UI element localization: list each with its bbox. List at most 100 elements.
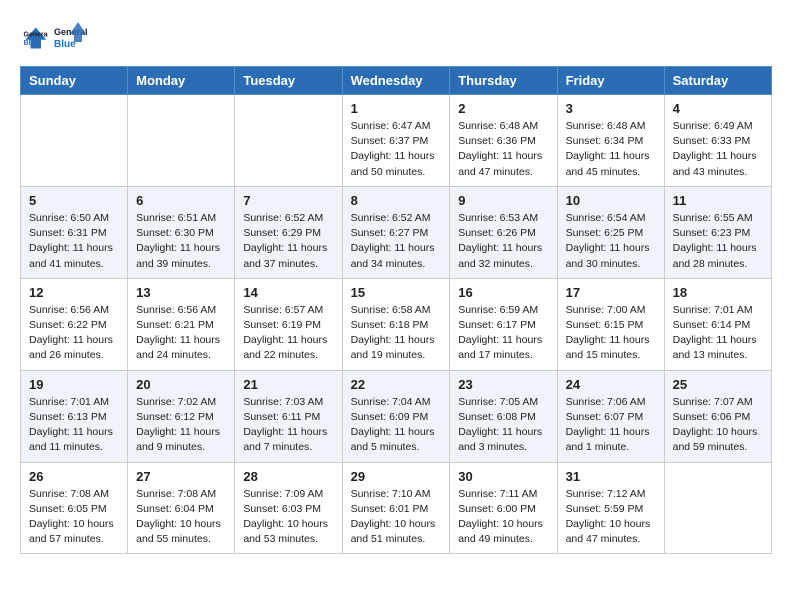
calendar-cell: 23 Sunrise: 7:05 AM Sunset: 6:08 PM Dayli… — [450, 370, 557, 462]
day-info: Sunrise: 7:08 AM Sunset: 6:04 PM Dayligh… — [136, 487, 226, 548]
day-info: Sunrise: 6:53 AM Sunset: 6:26 PM Dayligh… — [458, 211, 548, 272]
day-number: 25 — [673, 377, 763, 392]
day-info: Sunrise: 6:54 AM Sunset: 6:25 PM Dayligh… — [566, 211, 656, 272]
day-number: 1 — [351, 101, 442, 116]
day-number: 6 — [136, 193, 226, 208]
day-number: 20 — [136, 377, 226, 392]
calendar-cell: 7 Sunrise: 6:52 AM Sunset: 6:29 PM Daylig… — [235, 186, 342, 278]
calendar-cell — [235, 95, 342, 187]
day-info: Sunrise: 6:51 AM Sunset: 6:30 PM Dayligh… — [136, 211, 226, 272]
logo-graphic: General Blue — [52, 20, 88, 56]
day-number: 4 — [673, 101, 763, 116]
day-info: Sunrise: 7:03 AM Sunset: 6:11 PM Dayligh… — [243, 395, 333, 456]
calendar-cell: 30 Sunrise: 7:11 AM Sunset: 6:00 PM Dayli… — [450, 462, 557, 554]
calendar-cell: 12 Sunrise: 6:56 AM Sunset: 6:22 PM Dayli… — [21, 278, 128, 370]
day-number: 19 — [29, 377, 119, 392]
calendar-cell — [21, 95, 128, 187]
day-number: 22 — [351, 377, 442, 392]
day-info: Sunrise: 7:07 AM Sunset: 6:06 PM Dayligh… — [673, 395, 763, 456]
day-info: Sunrise: 6:48 AM Sunset: 6:36 PM Dayligh… — [458, 119, 548, 180]
day-number: 3 — [566, 101, 656, 116]
calendar-cell: 19 Sunrise: 7:01 AM Sunset: 6:13 PM Dayli… — [21, 370, 128, 462]
day-number: 11 — [673, 193, 763, 208]
day-info: Sunrise: 7:05 AM Sunset: 6:08 PM Dayligh… — [458, 395, 548, 456]
day-info: Sunrise: 7:12 AM Sunset: 5:59 PM Dayligh… — [566, 487, 656, 548]
day-info: Sunrise: 7:10 AM Sunset: 6:01 PM Dayligh… — [351, 487, 442, 548]
weekday-header-saturday: Saturday — [664, 67, 771, 95]
day-number: 31 — [566, 469, 656, 484]
day-info: Sunrise: 6:57 AM Sunset: 6:19 PM Dayligh… — [243, 303, 333, 364]
day-info: Sunrise: 7:11 AM Sunset: 6:00 PM Dayligh… — [458, 487, 548, 548]
day-info: Sunrise: 7:01 AM Sunset: 6:13 PM Dayligh… — [29, 395, 119, 456]
calendar-cell: 3 Sunrise: 6:48 AM Sunset: 6:34 PM Daylig… — [557, 95, 664, 187]
calendar-cell: 16Sunrise: 6:59 AM Sunset: 6:17 PM Dayli… — [450, 278, 557, 370]
calendar-cell: 2 Sunrise: 6:48 AM Sunset: 6:36 PM Daylig… — [450, 95, 557, 187]
calendar-week-row: 12 Sunrise: 6:56 AM Sunset: 6:22 PM Dayli… — [21, 278, 772, 370]
day-info: Sunrise: 6:56 AM Sunset: 6:22 PM Dayligh… — [29, 303, 119, 364]
day-number: 24 — [566, 377, 656, 392]
day-info: Sunrise: 7:08 AM Sunset: 6:05 PM Dayligh… — [29, 487, 119, 548]
day-number: 21 — [243, 377, 333, 392]
day-info: Sunrise: 6:55 AM Sunset: 6:23 PM Dayligh… — [673, 211, 763, 272]
day-number: 26 — [29, 469, 119, 484]
day-info: Sunrise: 7:00 AM Sunset: 6:15 PM Dayligh… — [566, 303, 656, 364]
day-number: 9 — [458, 193, 548, 208]
calendar-cell: 14 Sunrise: 6:57 AM Sunset: 6:19 PM Dayli… — [235, 278, 342, 370]
calendar-header-row: SundayMondayTuesdayWednesdayThursdayFrid… — [21, 67, 772, 95]
calendar-cell: 26 Sunrise: 7:08 AM Sunset: 6:05 PM Dayli… — [21, 462, 128, 554]
calendar-cell: 25 Sunrise: 7:07 AM Sunset: 6:06 PM Dayli… — [664, 370, 771, 462]
calendar-cell — [664, 462, 771, 554]
calendar-cell: 15Sunrise: 6:58 AM Sunset: 6:18 PM Dayli… — [342, 278, 450, 370]
calendar-cell: 31 Sunrise: 7:12 AM Sunset: 5:59 PM Dayli… — [557, 462, 664, 554]
calendar-cell: 4Sunrise: 6:49 AM Sunset: 6:33 PM Daylig… — [664, 95, 771, 187]
day-number: 28 — [243, 469, 333, 484]
day-number: 12 — [29, 285, 119, 300]
calendar-cell: 20 Sunrise: 7:02 AM Sunset: 6:12 PM Dayli… — [128, 370, 235, 462]
page-header: General Blue General Blue — [20, 20, 772, 56]
day-number: 7 — [243, 193, 333, 208]
calendar-cell: 1 Sunrise: 6:47 AM Sunset: 6:37 PM Daylig… — [342, 95, 450, 187]
svg-text:Blue: Blue — [54, 39, 76, 50]
calendar-cell — [128, 95, 235, 187]
day-number: 5 — [29, 193, 119, 208]
calendar-week-row: 1 Sunrise: 6:47 AM Sunset: 6:37 PM Daylig… — [21, 95, 772, 187]
day-number: 8 — [351, 193, 442, 208]
day-info: Sunrise: 6:52 AM Sunset: 6:29 PM Dayligh… — [243, 211, 333, 272]
day-number: 27 — [136, 469, 226, 484]
day-number: 23 — [458, 377, 548, 392]
day-info: Sunrise: 7:09 AM Sunset: 6:03 PM Dayligh… — [243, 487, 333, 548]
day-number: 17 — [566, 285, 656, 300]
calendar-cell: 9 Sunrise: 6:53 AM Sunset: 6:26 PM Daylig… — [450, 186, 557, 278]
weekday-header-wednesday: Wednesday — [342, 67, 450, 95]
calendar-week-row: 5Sunrise: 6:50 AM Sunset: 6:31 PM Daylig… — [21, 186, 772, 278]
calendar-cell: 8 Sunrise: 6:52 AM Sunset: 6:27 PM Daylig… — [342, 186, 450, 278]
day-number: 14 — [243, 285, 333, 300]
calendar-week-row: 19 Sunrise: 7:01 AM Sunset: 6:13 PM Dayli… — [21, 370, 772, 462]
day-info: Sunrise: 6:47 AM Sunset: 6:37 PM Dayligh… — [351, 119, 442, 180]
day-number: 10 — [566, 193, 656, 208]
weekday-header-tuesday: Tuesday — [235, 67, 342, 95]
day-info: Sunrise: 6:58 AM Sunset: 6:18 PM Dayligh… — [351, 303, 442, 364]
day-number: 18 — [673, 285, 763, 300]
day-info: Sunrise: 6:56 AM Sunset: 6:21 PM Dayligh… — [136, 303, 226, 364]
day-info: Sunrise: 6:48 AM Sunset: 6:34 PM Dayligh… — [566, 119, 656, 180]
day-info: Sunrise: 7:04 AM Sunset: 6:09 PM Dayligh… — [351, 395, 442, 456]
day-number: 13 — [136, 285, 226, 300]
calendar-cell: 27 Sunrise: 7:08 AM Sunset: 6:04 PM Dayli… — [128, 462, 235, 554]
logo: General Blue General Blue — [20, 20, 88, 56]
calendar-table: SundayMondayTuesdayWednesdayThursdayFrid… — [20, 66, 772, 554]
calendar-cell: 10 Sunrise: 6:54 AM Sunset: 6:25 PM Dayli… — [557, 186, 664, 278]
day-info: Sunrise: 6:52 AM Sunset: 6:27 PM Dayligh… — [351, 211, 442, 272]
day-info: Sunrise: 7:01 AM Sunset: 6:14 PM Dayligh… — [673, 303, 763, 364]
day-info: Sunrise: 7:02 AM Sunset: 6:12 PM Dayligh… — [136, 395, 226, 456]
calendar-cell: 28 Sunrise: 7:09 AM Sunset: 6:03 PM Dayli… — [235, 462, 342, 554]
calendar-cell: 22 Sunrise: 7:04 AM Sunset: 6:09 PM Dayli… — [342, 370, 450, 462]
svg-text:Blue: Blue — [24, 40, 39, 47]
svg-text:General: General — [24, 31, 49, 38]
calendar-week-row: 26 Sunrise: 7:08 AM Sunset: 6:05 PM Dayli… — [21, 462, 772, 554]
weekday-header-sunday: Sunday — [21, 67, 128, 95]
day-number: 30 — [458, 469, 548, 484]
day-number: 2 — [458, 101, 548, 116]
calendar-cell: 11 Sunrise: 6:55 AM Sunset: 6:23 PM Dayli… — [664, 186, 771, 278]
weekday-header-thursday: Thursday — [450, 67, 557, 95]
